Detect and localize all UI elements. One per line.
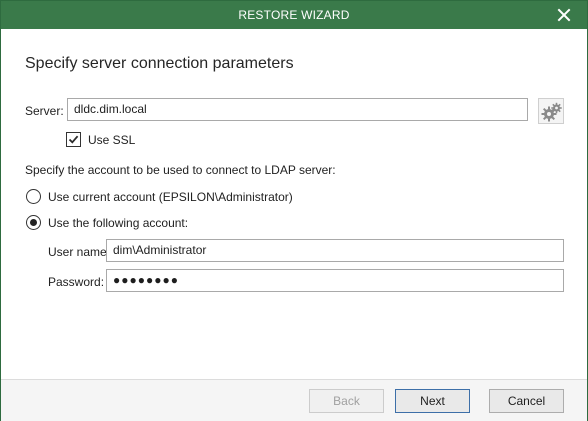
use-following-account-label: Use the following account: xyxy=(48,216,189,230)
username-input[interactable]: dim\Administrator xyxy=(106,239,564,262)
gears-icon xyxy=(541,102,562,122)
back-button[interactable]: Back xyxy=(309,389,384,413)
radio-selected-dot xyxy=(30,219,37,226)
window-title: RESTORE WIZARD xyxy=(238,8,350,22)
next-button[interactable]: Next xyxy=(395,389,470,413)
use-current-account-label: Use current account (EPSILON\Administrat… xyxy=(48,190,293,204)
page-title: Specify server connection parameters xyxy=(25,55,294,72)
use-ssl-label: Use SSL xyxy=(88,133,136,147)
cancel-button[interactable]: Cancel xyxy=(489,389,564,413)
server-input[interactable]: dldc.dim.local xyxy=(67,98,528,121)
use-ssl-checkbox[interactable] xyxy=(66,132,81,147)
password-label: Password: xyxy=(48,275,105,289)
close-icon[interactable] xyxy=(557,8,571,22)
use-current-account-radio[interactable] xyxy=(26,189,41,204)
account-prompt: Specify the account to be used to connec… xyxy=(25,163,336,177)
restore-wizard-window: RESTORE WIZARD Specify server connection… xyxy=(0,0,588,421)
checkmark-icon xyxy=(68,135,79,144)
server-label: Server: xyxy=(25,104,64,118)
username-label: User name: xyxy=(48,245,111,259)
server-settings-button[interactable] xyxy=(538,98,564,124)
password-input[interactable]: ●●●●●●●● xyxy=(106,269,564,292)
use-following-account-radio[interactable] xyxy=(26,215,41,230)
title-bar: RESTORE WIZARD xyxy=(1,1,587,29)
